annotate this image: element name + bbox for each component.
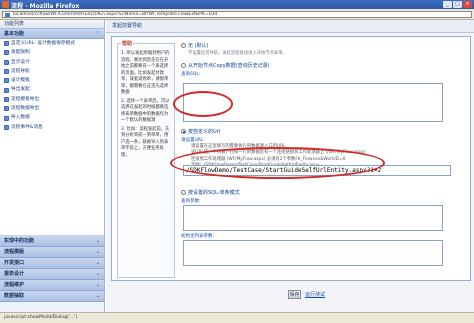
- maximize-button[interactable]: □: [453, 1, 462, 8]
- sidebar-item[interactable]: 导入数据: [0, 113, 104, 122]
- help-item: 3. 比如：流程发起前，先到分析单前一到单单，用户选一条，就被导入到表单字段上，…: [121, 126, 170, 158]
- expand-icon: ⌄: [95, 248, 100, 255]
- sidebar-item[interactable]: 发起限制: [0, 48, 104, 57]
- expand-icon: ⌄: [95, 292, 100, 299]
- sql-textarea[interactable]: [183, 83, 443, 122]
- document-icon: [4, 50, 9, 56]
- radio-none[interactable]: [181, 43, 186, 48]
- option-custom-url[interactable]: 按自定义的Url: [181, 128, 467, 135]
- page-title: 发起前置导航: [106, 20, 474, 33]
- document-icon: [4, 106, 9, 112]
- help-title: 帮助: [121, 40, 134, 47]
- window-titlebar: 流程 - Mozilla Firefox _ □ ×: [0, 0, 474, 10]
- help-item: 1. 所以发起单据到用户的流程，要达到首先在在开始之前都要有一个表选择的页面，比…: [121, 51, 170, 95]
- sidebar: 功能列表 基本功能 ⌃ 自定义URL: 设计数据保存模式 发起限制 显示设计 流…: [0, 20, 105, 312]
- option-copy-history[interactable]: 从开始节点Copy数据(查询历史记录): [181, 62, 467, 69]
- navigation-options: 无 (默认) 不设置任何导航，发起流程直接进入开始节点表单。 从开始节点Copy…: [181, 40, 467, 280]
- option-none-desc: 不设置任何导航，发起流程直接进入开始节点表单。: [188, 51, 287, 56]
- page-favicon-icon: [5, 13, 10, 17]
- sidebar-item[interactable]: 显示设计: [0, 58, 104, 67]
- radio-custom-url[interactable]: [181, 129, 186, 134]
- document-icon: [4, 41, 9, 47]
- document-icon: [4, 115, 9, 121]
- sidebar-group[interactable]: 流程维护 ⌄: [0, 279, 104, 291]
- sidebar-list: 自定义URL: 设计数据保存模式 发起限制 显示设计 流程导航 设计模板 导出发…: [0, 39, 104, 132]
- url-input-field[interactable]: /SDKFlowDemo/TestCase/StartGuideSelfUrlE…: [183, 165, 451, 176]
- query-param-label: 查询参数:: [181, 199, 201, 204]
- sidebar-item[interactable]: 流程事件&消息: [0, 123, 104, 132]
- main-content: 发起前置导航 帮助 1. 所以发起单据到用户的流程，要达到首先在在开始之前都要有…: [106, 20, 474, 312]
- sidebar-group[interactable]: 开发接口 ⌄: [0, 257, 104, 269]
- sidebar-header: 功能列表: [0, 20, 104, 29]
- query-param-textarea[interactable]: [183, 205, 443, 231]
- run-test-link[interactable]: 运行测试: [305, 291, 325, 298]
- window-controls: _ □ ×: [443, 1, 472, 8]
- url-field-label: 请设置URL:: [181, 138, 205, 143]
- document-icon: [4, 69, 9, 75]
- expand-icon: ⌄: [95, 259, 100, 266]
- close-button[interactable]: ×: [463, 1, 472, 8]
- save-button[interactable]: 保存: [288, 290, 301, 299]
- document-icon: [4, 124, 9, 130]
- document-icon: [4, 78, 9, 84]
- settings-panel: 帮助 1. 所以发起单据到用户的流程，要达到首先在在开始之前都要有一个表选择的页…: [111, 36, 471, 281]
- address-bar: localhost/ccflow/WF/Comm/RefFunc/UIEn.as…: [0, 9, 474, 20]
- radio-sql-single[interactable]: [181, 190, 186, 195]
- sidebar-group[interactable]: 数据抽取 ⌄: [0, 290, 104, 302]
- option-sql-single[interactable]: 按设置的SQL-单条模式: [181, 189, 467, 196]
- url-input[interactable]: localhost/ccflow/WF/Comm/RefFunc/UIEn.as…: [2, 11, 472, 18]
- sidebar-collapsed-groups: 实现中的功能 ⌄ 流程模版 ⌄ 开发接口 ⌄ 报表设计 ⌄ 流程维护 ⌄ 数据抽取 ⌄: [0, 235, 104, 302]
- sidebar-group[interactable]: 报表设计 ⌄: [0, 268, 104, 280]
- firefox-icon: [2, 1, 9, 8]
- document-icon: [4, 96, 9, 102]
- collapse-icon: ⌃: [95, 31, 100, 37]
- sidebar-item[interactable]: 自定义URL: 设计数据保存模式: [0, 39, 104, 48]
- expand-icon: ⌄: [95, 237, 100, 244]
- help-item: 2. 选择一个表单后，可以选择在发起的时候都要选择表单数据中的数据作为一个默认的…: [121, 98, 170, 124]
- expand-icon: ⌄: [95, 281, 100, 288]
- minimize-button[interactable]: _: [443, 1, 452, 8]
- sidebar-item[interactable]: 流程导航: [0, 67, 104, 76]
- init-list-textarea[interactable]: [183, 240, 443, 266]
- help-box: 帮助 1. 所以发起单据到用户的流程，要达到首先在在开始之前都要有一个表选择的页…: [117, 40, 175, 278]
- sidebar-group-basic[interactable]: 基本功能 ⌃: [0, 29, 104, 39]
- expand-icon: ⌄: [95, 270, 100, 277]
- sql-field-label: 查询SQL:: [181, 72, 201, 77]
- init-list-label: 初始化列表参数:: [181, 234, 215, 239]
- sidebar-empty-area: [0, 131, 104, 236]
- sidebar-group[interactable]: 流程模版 ⌄: [0, 246, 104, 258]
- url-text: localhost/ccflow/WF/Comm/RefFunc/UIEn.as…: [13, 12, 218, 17]
- sidebar-item[interactable]: 导出发起: [0, 85, 104, 94]
- option-none[interactable]: 无 (默认): [181, 42, 467, 49]
- radio-copy-history[interactable]: [181, 63, 186, 68]
- sidebar-item[interactable]: 流程数据导出: [0, 104, 104, 113]
- sidebar-item[interactable]: 流程模板导出: [0, 95, 104, 104]
- status-bar: javascript:showModalDialog('...'): [0, 312, 474, 323]
- document-icon: [4, 87, 9, 93]
- document-icon: [4, 59, 9, 65]
- sidebar-item[interactable]: 设计模板: [0, 76, 104, 85]
- sidebar-group[interactable]: 实现中的功能 ⌄: [0, 235, 104, 247]
- sidebar-group-label: 基本功能: [4, 31, 25, 37]
